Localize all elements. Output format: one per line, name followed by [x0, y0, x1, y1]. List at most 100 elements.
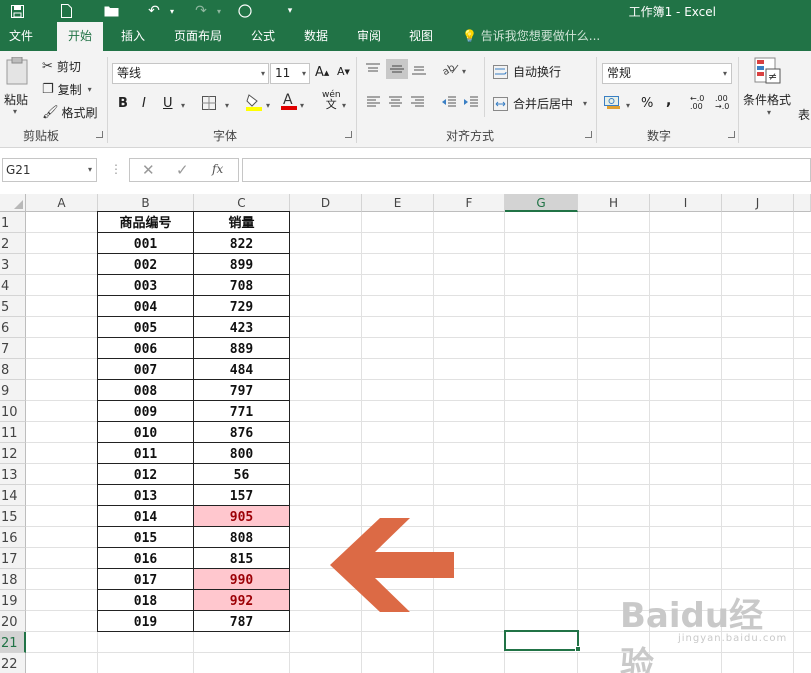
- merge-center-button[interactable]: 合并后居中 ▾: [493, 95, 587, 112]
- table-header-cell[interactable]: 商品编号: [98, 212, 193, 232]
- cut-button[interactable]: ✂ 剪切: [42, 58, 81, 75]
- table-cell[interactable]: 899: [194, 254, 289, 274]
- tab-insert[interactable]: 插入: [112, 22, 154, 51]
- accounting-format-icon[interactable]: [604, 95, 622, 109]
- table-cell[interactable]: 010: [98, 422, 193, 442]
- font-color-icon[interactable]: A: [281, 91, 297, 111]
- increase-decimal-button[interactable]: ←.0 .00: [690, 95, 710, 111]
- undo-dropdown-icon[interactable]: ▾: [166, 0, 178, 22]
- insert-function-button[interactable]: fx: [212, 162, 223, 176]
- row-header-18[interactable]: 18: [0, 569, 26, 590]
- phonetic-guide-button[interactable]: wén 文: [322, 91, 341, 111]
- align-bottom-icon[interactable]: [411, 62, 427, 76]
- column-header-a[interactable]: A: [26, 194, 98, 212]
- row-header-3[interactable]: 3: [0, 254, 26, 275]
- table-cell[interactable]: 005: [98, 317, 193, 337]
- undo-icon[interactable]: ↶: [143, 0, 165, 22]
- table-cell[interactable]: 003: [98, 275, 193, 295]
- column-header-g[interactable]: G: [505, 194, 578, 212]
- column-header-c[interactable]: C: [194, 194, 290, 212]
- table-cell[interactable]: 008: [98, 380, 193, 400]
- table-cell[interactable]: 822: [194, 233, 289, 253]
- tab-data[interactable]: 数据: [295, 22, 337, 51]
- table-cell[interactable]: 018: [98, 590, 193, 610]
- column-header-d[interactable]: D: [290, 194, 362, 212]
- row-header-4[interactable]: 4: [0, 275, 26, 296]
- highlighted-cell[interactable]: 992: [194, 590, 289, 610]
- row-header-11[interactable]: 11: [0, 422, 26, 443]
- table-cell[interactable]: 004: [98, 296, 193, 316]
- select-all-corner[interactable]: [0, 194, 26, 212]
- orientation-dropdown-icon[interactable]: ▾: [462, 67, 466, 76]
- table-cell[interactable]: 011: [98, 443, 193, 463]
- name-box[interactable]: G21 ▾: [2, 158, 97, 182]
- row-header-13[interactable]: 13: [0, 464, 26, 485]
- column-header-k[interactable]: [794, 194, 811, 212]
- table-cell[interactable]: 771: [194, 401, 289, 421]
- row-header-21[interactable]: 21: [0, 632, 26, 653]
- row-header-6[interactable]: 6: [0, 317, 26, 338]
- paste-icon[interactable]: [4, 57, 32, 87]
- fill-handle[interactable]: [575, 646, 581, 652]
- table-cell[interactable]: 484: [194, 359, 289, 379]
- borders-icon[interactable]: [202, 96, 216, 110]
- highlighted-cell[interactable]: 905: [194, 506, 289, 526]
- table-cell[interactable]: 009: [98, 401, 193, 421]
- align-top-icon[interactable]: [365, 62, 381, 76]
- table-cell[interactable]: 889: [194, 338, 289, 358]
- format-as-table-button[interactable]: 表: [798, 106, 810, 123]
- bold-button[interactable]: B: [118, 96, 128, 111]
- fill-color-dropdown-icon[interactable]: ▾: [266, 101, 270, 110]
- borders-dropdown-icon[interactable]: ▾: [225, 101, 229, 110]
- formula-input[interactable]: [242, 158, 811, 182]
- align-left-icon[interactable]: [366, 96, 381, 108]
- table-cell[interactable]: 012: [98, 464, 193, 484]
- row-header-16[interactable]: 16: [0, 527, 26, 548]
- decrease-indent-icon[interactable]: [441, 96, 457, 108]
- table-cell[interactable]: 815: [194, 548, 289, 568]
- decrease-font-size-icon[interactable]: A ▼: [337, 65, 350, 78]
- table-cell[interactable]: 423: [194, 317, 289, 337]
- table-cell[interactable]: 876: [194, 422, 289, 442]
- cancel-icon[interactable]: ✕: [142, 161, 155, 179]
- row-header-9[interactable]: 9: [0, 380, 26, 401]
- accounting-dropdown-icon[interactable]: ▾: [626, 101, 630, 110]
- underline-button[interactable]: U: [163, 96, 173, 111]
- number-format-dropdown[interactable]: 常规 ▾: [602, 63, 732, 84]
- table-header-cell[interactable]: 销量: [194, 212, 289, 232]
- font-color-dropdown-icon[interactable]: ▾: [300, 101, 304, 110]
- table-cell[interactable]: 001: [98, 233, 193, 253]
- active-cell-g21[interactable]: [504, 630, 579, 651]
- font-name-dropdown[interactable]: 等线 ▾: [112, 63, 269, 84]
- row-header-20[interactable]: 20: [0, 611, 26, 632]
- row-header-7[interactable]: 7: [0, 338, 26, 359]
- highlighted-cell[interactable]: 990: [194, 569, 289, 589]
- column-header-f[interactable]: F: [434, 194, 505, 212]
- new-file-icon[interactable]: [55, 0, 77, 22]
- format-painter-button[interactable]: 🖌 格式刷: [42, 104, 98, 121]
- paste-button[interactable]: 粘贴: [4, 91, 28, 108]
- table-cell[interactable]: 708: [194, 275, 289, 295]
- orientation-icon[interactable]: ab: [442, 61, 460, 75]
- row-header-14[interactable]: 14: [0, 485, 26, 506]
- copy-dropdown-icon[interactable]: ▾: [88, 85, 92, 94]
- wrap-text-button[interactable]: 自动换行: [493, 63, 561, 80]
- table-cell[interactable]: 015: [98, 527, 193, 547]
- column-header-e[interactable]: E: [362, 194, 434, 212]
- font-launcher-icon[interactable]: [345, 131, 352, 138]
- column-header-j[interactable]: J: [722, 194, 794, 212]
- alignment-launcher-icon[interactable]: [585, 131, 592, 138]
- fill-color-icon[interactable]: [246, 93, 262, 111]
- phonetic-dropdown-icon[interactable]: ▾: [342, 101, 346, 110]
- row-header-2[interactable]: 2: [0, 233, 26, 254]
- touch-mode-icon[interactable]: [234, 0, 256, 22]
- table-cell[interactable]: 002: [98, 254, 193, 274]
- row-header-10[interactable]: 10: [0, 401, 26, 422]
- align-middle-icon[interactable]: [386, 59, 408, 79]
- customize-toolbar-icon[interactable]: ▾: [282, 0, 298, 22]
- column-header-i[interactable]: I: [650, 194, 722, 212]
- table-cell[interactable]: 729: [194, 296, 289, 316]
- table-cell[interactable]: 016: [98, 548, 193, 568]
- tell-me-box[interactable]: 💡 告诉我您想要做什么...: [462, 22, 600, 51]
- font-size-dropdown[interactable]: 11 ▾: [270, 63, 310, 84]
